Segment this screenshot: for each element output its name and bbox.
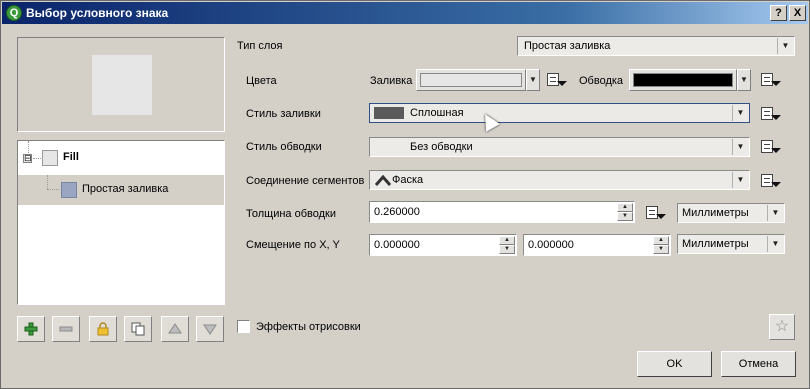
stroke-color-swatch bbox=[633, 73, 733, 87]
spin-up-button[interactable]: ▲ bbox=[617, 203, 633, 212]
help-button[interactable]: ? bbox=[770, 5, 787, 21]
fill-color-label: Заливка bbox=[370, 75, 413, 87]
symbol-layer-tree[interactable]: ⊟ Fill Простая заливка bbox=[17, 140, 225, 305]
layer-type-value: Простая заливка bbox=[524, 40, 611, 52]
fill-color-swatch bbox=[420, 73, 522, 87]
stroke-style-value: Без обводки bbox=[410, 141, 473, 153]
simple-fill-layer-icon bbox=[61, 182, 77, 198]
stroke-color-dropdown[interactable]: ▼ bbox=[737, 69, 751, 91]
fill-style-select[interactable]: Сплошная ▼ bbox=[369, 103, 750, 123]
add-layer-button[interactable] bbox=[17, 316, 45, 342]
data-defined-icon[interactable] bbox=[643, 203, 667, 223]
symbol-selector-dialog: Q Выбор условного знака ? X ⊟ Fill Прост… bbox=[0, 0, 810, 389]
stroke-width-unit-select[interactable]: Миллиметры ▼ bbox=[677, 203, 785, 223]
solid-pattern-swatch bbox=[374, 107, 404, 119]
minus-icon bbox=[59, 326, 73, 332]
data-defined-icon[interactable] bbox=[544, 70, 568, 90]
offset-unit-value: Миллиметры bbox=[682, 238, 749, 250]
spin-down-button[interactable]: ▼ bbox=[499, 245, 515, 254]
chevron-down-icon: ▼ bbox=[732, 172, 748, 188]
chevron-down-icon: ▼ bbox=[732, 105, 748, 121]
offset-label: Смещение по X, Y bbox=[246, 239, 340, 251]
draw-effects-label: Эффекты отрисовки bbox=[256, 321, 361, 333]
offset-unit-select[interactable]: Миллиметры ▼ bbox=[677, 234, 785, 254]
lock-icon bbox=[97, 322, 109, 336]
fill-color-dropdown[interactable]: ▼ bbox=[526, 69, 540, 91]
spin-down-button[interactable]: ▼ bbox=[653, 245, 669, 254]
duplicate-layer-button[interactable] bbox=[124, 316, 152, 342]
symbol-preview bbox=[17, 37, 225, 132]
arrow-up-icon bbox=[168, 323, 182, 334]
colors-label: Цвета bbox=[246, 75, 277, 87]
offset-y-value: 0.000000 bbox=[528, 239, 574, 251]
window-title: Выбор условного знака bbox=[26, 6, 169, 20]
data-defined-icon[interactable] bbox=[758, 137, 782, 157]
stroke-width-unit-value: Миллиметры bbox=[682, 207, 749, 219]
stroke-color-button[interactable] bbox=[629, 69, 737, 91]
lock-layer-button[interactable] bbox=[89, 316, 117, 342]
collapse-icon[interactable]: ⊟ bbox=[23, 154, 32, 163]
tree-item-simple-fill[interactable]: Простая заливка bbox=[18, 175, 224, 205]
duplicate-icon bbox=[131, 322, 145, 336]
data-defined-icon[interactable] bbox=[758, 70, 782, 90]
stroke-width-value: 0.260000 bbox=[374, 206, 420, 218]
layer-type-select[interactable]: Простая заливка ▼ bbox=[517, 36, 795, 56]
remove-layer-button[interactable] bbox=[52, 316, 80, 342]
offset-x-input[interactable]: 0.000000 ▲ ▼ bbox=[369, 234, 517, 256]
tree-item-fill[interactable]: ⊟ Fill bbox=[18, 143, 224, 173]
cancel-button[interactable]: Отмена bbox=[721, 351, 796, 377]
chevron-down-icon: ▼ bbox=[767, 205, 783, 221]
qgis-app-icon: Q bbox=[6, 5, 22, 21]
spin-up-button[interactable]: ▲ bbox=[499, 236, 515, 245]
stroke-color-label: Обводка bbox=[579, 75, 624, 87]
join-style-label: Соединение сегментов bbox=[246, 175, 365, 187]
title-bar[interactable]: Q Выбор условного знака ? X bbox=[2, 2, 808, 24]
move-up-button[interactable] bbox=[161, 316, 189, 342]
offset-y-input[interactable]: 0.000000 ▲ ▼ bbox=[523, 234, 671, 256]
data-defined-icon[interactable] bbox=[758, 104, 782, 124]
layer-type-label: Тип слоя bbox=[237, 40, 283, 52]
tree-item-label: Fill bbox=[63, 151, 79, 163]
chevron-down-icon: ▼ bbox=[767, 236, 783, 252]
star-icon[interactable]: ☆ bbox=[769, 314, 795, 340]
fill-color-button[interactable] bbox=[416, 69, 526, 91]
fill-symbol-icon bbox=[42, 150, 58, 166]
preview-swatch bbox=[92, 55, 152, 115]
data-defined-icon[interactable] bbox=[758, 171, 782, 191]
fill-style-value: Сплошная bbox=[410, 107, 464, 119]
plus-icon bbox=[24, 322, 38, 336]
stroke-style-label: Стиль обводки bbox=[246, 141, 322, 153]
spin-down-button[interactable]: ▼ bbox=[617, 212, 633, 221]
bevel-join-icon bbox=[374, 174, 392, 186]
ok-button[interactable]: OK bbox=[637, 351, 712, 377]
draw-effects-checkbox[interactable] bbox=[237, 320, 250, 333]
stroke-width-input[interactable]: 0.260000 ▲ ▼ bbox=[369, 201, 635, 223]
move-down-button[interactable] bbox=[196, 316, 224, 342]
close-button[interactable]: X bbox=[789, 5, 806, 21]
spin-up-button[interactable]: ▲ bbox=[653, 236, 669, 245]
join-style-value: Фаска bbox=[392, 174, 424, 186]
offset-x-value: 0.000000 bbox=[374, 239, 420, 251]
tree-item-label: Простая заливка bbox=[82, 183, 169, 195]
stroke-width-label: Толщина обводки bbox=[246, 208, 336, 220]
arrow-down-icon bbox=[203, 324, 217, 335]
chevron-down-icon: ▼ bbox=[777, 38, 793, 54]
stroke-style-select[interactable]: Без обводки ▼ bbox=[369, 137, 750, 157]
fill-style-label: Стиль заливки bbox=[246, 108, 321, 120]
chevron-down-icon: ▼ bbox=[732, 139, 748, 155]
join-style-select[interactable]: Фаска ▼ bbox=[369, 170, 750, 190]
